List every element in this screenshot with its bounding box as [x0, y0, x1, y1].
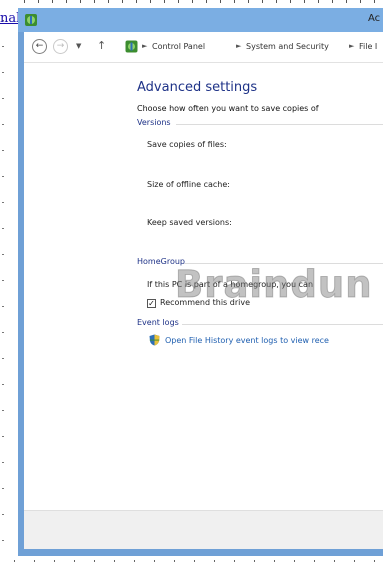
shield-icon	[149, 334, 160, 346]
back-arrow-icon[interactable]: ←	[32, 39, 47, 54]
save-copies-label: Save copies of files:	[147, 140, 227, 149]
dialog-footer	[24, 510, 383, 549]
offline-cache-label: Size of offline cache:	[147, 180, 230, 189]
forward-arrow-icon[interactable]: →	[53, 39, 68, 54]
page-edge-link[interactable]: nal	[0, 11, 18, 26]
address-bar: ← → ▼ ↑ ► Control Panel ► System and Sec…	[24, 32, 383, 63]
page-dotted-border-top	[24, 0, 383, 3]
event-logs-group-divider	[182, 324, 383, 325]
up-arrow-icon[interactable]: ↑	[97, 39, 106, 52]
recent-locations-chevron-icon[interactable]: ▼	[76, 42, 81, 50]
breadcrumb-separator-icon: ►	[142, 42, 148, 50]
versions-group-label: Versions	[137, 118, 171, 127]
window-title: Ac	[368, 13, 381, 24]
versions-group-divider	[176, 124, 383, 125]
breadcrumb-file-history[interactable]: File I	[359, 42, 377, 51]
breadcrumb-control-panel[interactable]: Control Panel	[152, 42, 205, 51]
control-panel-icon	[25, 14, 37, 26]
breadcrumb-separator-icon: ►	[236, 42, 242, 50]
open-event-logs-link[interactable]: Open File History event logs to view rec…	[165, 336, 329, 345]
recommend-drive-checkbox[interactable]: ✓	[147, 299, 156, 308]
breadcrumb-system-security[interactable]: System and Security	[246, 42, 329, 51]
page-dotted-border-left	[2, 20, 4, 550]
page-title: Advanced settings	[137, 80, 258, 95]
control-panel-location-icon	[125, 40, 138, 53]
page-dotted-border-bottom-2	[14, 560, 383, 562]
keep-versions-label: Keep saved versions:	[147, 218, 232, 227]
title-bar[interactable]: Ac	[18, 8, 383, 32]
breadcrumb-separator-icon: ►	[349, 42, 355, 50]
page-description: Choose how often you want to save copies…	[137, 104, 319, 113]
event-logs-group-label: Event logs	[137, 318, 179, 327]
recommend-drive-label[interactable]: Recommend this drive	[160, 298, 250, 307]
